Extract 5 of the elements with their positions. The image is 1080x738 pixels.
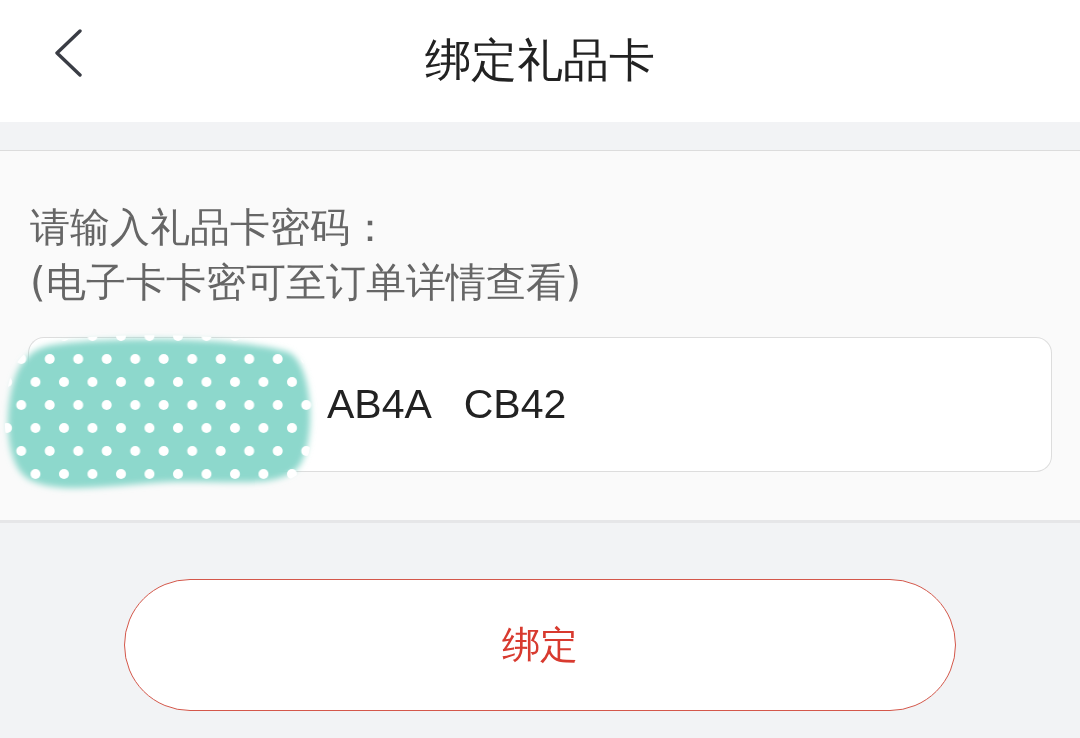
page-title: 绑定礼品卡	[425, 33, 655, 89]
bind-button[interactable]: 绑定	[124, 579, 956, 711]
field-label: 请输入礼品卡密码：	[30, 203, 391, 252]
field-hint: (电子卡卡密可至订单详情查看)	[30, 258, 583, 307]
back-icon[interactable]	[53, 29, 83, 77]
